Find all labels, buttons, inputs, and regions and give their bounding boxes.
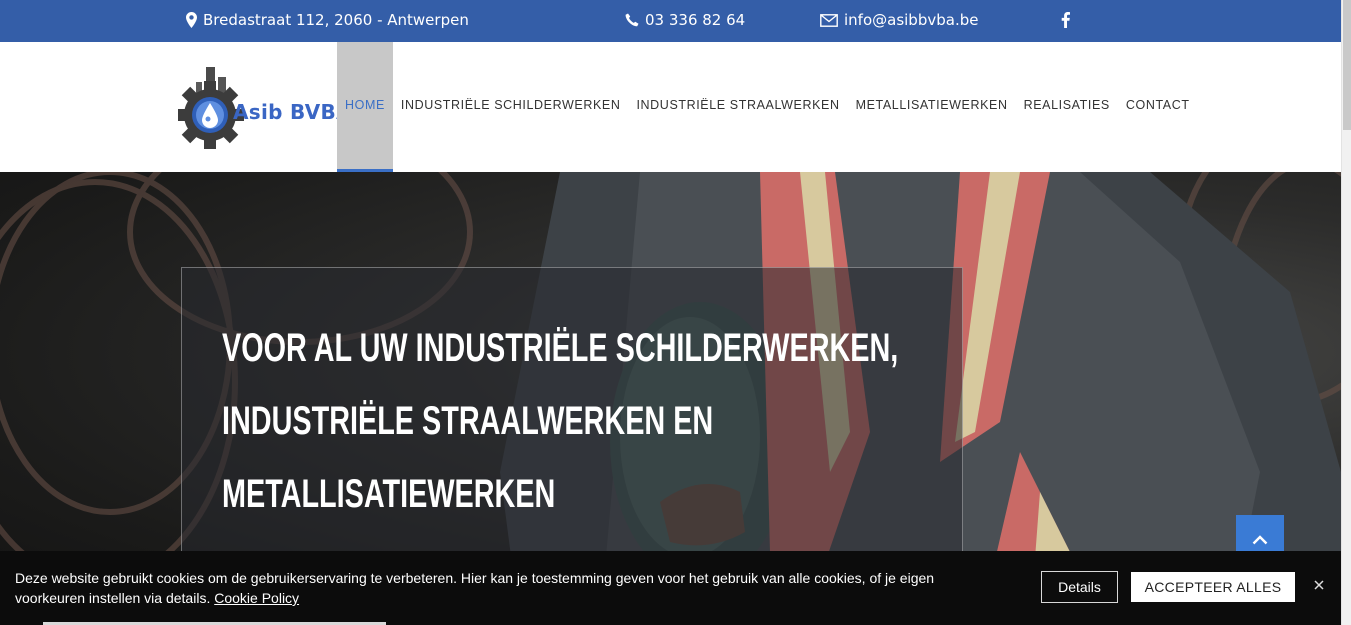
- nav-metallisatiewerken[interactable]: METALLISATIEWERKEN: [848, 42, 1016, 172]
- hero-title: VOOR AL UW INDUSTRIËLE SCHILDERWERKEN, I…: [222, 312, 899, 531]
- scrollbar[interactable]: [1341, 0, 1351, 625]
- nav-schilderwerken[interactable]: INDUSTRIËLE SCHILDERWERKEN: [393, 42, 629, 172]
- scrollbar-thumb[interactable]: [1343, 0, 1351, 130]
- cookie-accept-all-button[interactable]: ACCEPTEER ALLES: [1131, 572, 1295, 602]
- phone-item[interactable]: 03 336 82 64: [625, 11, 745, 29]
- address-item: Bredastraat 112, 2060 - Antwerpen: [186, 11, 469, 29]
- nav-realisaties[interactable]: REALISATIES: [1016, 42, 1118, 172]
- hero-title-line: METALLISATIEWERKEN: [222, 472, 556, 516]
- phone-text[interactable]: 03 336 82 64: [645, 11, 745, 29]
- cookie-message-line: Deze website gebruikt cookies om de gebr…: [15, 570, 935, 586]
- cookie-close-button[interactable]: [1313, 578, 1327, 592]
- chevron-up-icon: [1252, 530, 1268, 549]
- facebook-link[interactable]: [1061, 12, 1070, 28]
- email-item[interactable]: info@asibbvba.be: [820, 11, 978, 29]
- nav-straalwerken[interactable]: INDUSTRIËLE STRAALWERKEN: [628, 42, 847, 172]
- topbar: Bredastraat 112, 2060 - Antwerpen 03 336…: [0, 0, 1341, 42]
- cookie-message: Deze website gebruikt cookies om de gebr…: [15, 568, 975, 608]
- hero-title-line: INDUSTRIËLE STRAALWERKEN EN: [222, 399, 714, 443]
- facebook-icon[interactable]: [1061, 12, 1070, 28]
- main-nav: HOME INDUSTRIËLE SCHILDERWERKEN INDUSTRI…: [337, 42, 1198, 172]
- nav-contact[interactable]: CONTACT: [1118, 42, 1198, 172]
- cookie-banner: Deze website gebruikt cookies om de gebr…: [0, 551, 1341, 625]
- site-header: Asib BVBA HOME INDUSTRIËLE SCHILDERWERKE…: [0, 42, 1341, 172]
- address-text: Bredastraat 112, 2060 - Antwerpen: [203, 11, 469, 29]
- phone-icon: [625, 13, 639, 27]
- hero-title-line: VOOR AL UW INDUSTRIËLE SCHILDERWERKEN,: [222, 326, 899, 370]
- nav-home[interactable]: HOME: [337, 42, 393, 172]
- logo-text[interactable]: Asib BVBA: [233, 100, 352, 124]
- envelope-icon: [820, 13, 838, 27]
- email-text[interactable]: info@asibbvba.be: [844, 11, 978, 29]
- map-marker-icon: [186, 12, 197, 28]
- cookie-message-line: voorkeuren instellen via details.: [15, 590, 211, 606]
- close-icon[interactable]: [1313, 578, 1325, 594]
- cookie-policy-link[interactable]: Cookie Policy: [214, 590, 299, 606]
- cookie-details-button[interactable]: Details: [1041, 571, 1118, 603]
